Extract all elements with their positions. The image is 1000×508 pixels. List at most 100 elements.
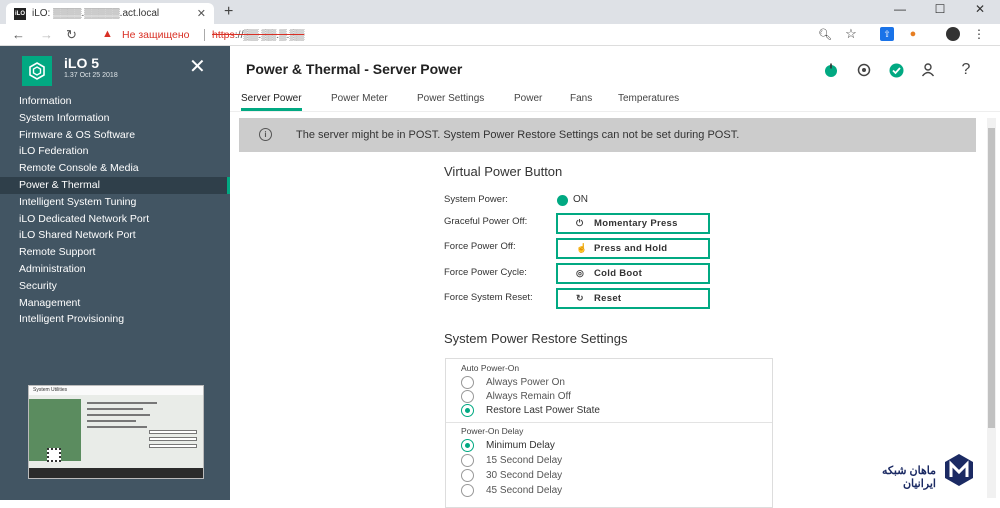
new-tab-button[interactable]: + (224, 3, 233, 21)
option-restore-last-state[interactable]: Restore Last Power State (461, 404, 600, 417)
tab-temperatures[interactable]: Temperatures (618, 93, 679, 109)
bookmark-star-icon[interactable]: ☆ (844, 26, 858, 41)
sidebar-item-power-thermal[interactable]: Power & Thermal (0, 176, 230, 194)
page-tabs: Server Power Power Meter Power Settings … (230, 88, 1000, 112)
tab-server-power[interactable]: Server Power (241, 93, 302, 111)
sidebar-item-remote-console[interactable]: Remote Console & Media (0, 160, 230, 177)
minimize-button[interactable]: — (880, 0, 920, 18)
power-status-icon[interactable] (823, 62, 839, 78)
reset-button[interactable]: ↻ Reset (556, 288, 710, 309)
sidebar-item-administration[interactable]: Administration (0, 261, 230, 278)
notice-text: The server might be in POST. System Powe… (296, 129, 740, 141)
momentary-press-button[interactable]: ⏻ Momentary Press (556, 213, 710, 234)
sidebar-item-federation[interactable]: iLO Federation (0, 143, 230, 160)
thumbnail-text-lines (87, 402, 157, 432)
radio-restore-last-state[interactable] (461, 404, 474, 417)
virtual-power-heading: Virtual Power Button (444, 164, 563, 179)
power-on-delay-label: Power-On Delay (461, 426, 524, 436)
radio-always-power-on[interactable] (461, 376, 474, 389)
option-label: 30 Second Delay (486, 470, 563, 481)
tab-power-settings[interactable]: Power Settings (417, 93, 484, 109)
uid-indicator-icon[interactable] (856, 62, 872, 78)
sidebar-item-dedicated-port[interactable]: iLO Dedicated Network Port (0, 211, 230, 228)
close-window-button[interactable]: ✕ (960, 0, 1000, 18)
user-icon[interactable] (920, 62, 936, 78)
extension-icon[interactable]: ⇧ (880, 27, 894, 41)
maximize-button[interactable]: ☐ (920, 0, 960, 18)
reset-icon: ↻ (576, 293, 584, 303)
ilo-logo-icon (22, 56, 52, 86)
profile-avatar[interactable] (946, 27, 960, 41)
reload-icon[interactable]: ↻ (66, 27, 77, 43)
radio-45-second-delay[interactable] (461, 484, 474, 497)
sidebar-item-firmware[interactable]: Firmware & OS Software (0, 127, 230, 144)
qr-code-icon (47, 448, 61, 462)
health-ok-icon[interactable] (888, 62, 904, 78)
sidebar-item-information[interactable]: Information (0, 93, 230, 110)
sidebar-item-provisioning[interactable]: Intelligent Provisioning (0, 311, 230, 328)
post-notice-banner: i The server might be in POST. System Po… (239, 118, 976, 152)
back-arrow-icon[interactable]: ← (12, 27, 25, 42)
browser-tab[interactable]: iLO iLO: ▒▒▒▒.▒▒▒▒▒.act.local ✕ (6, 3, 214, 24)
sidebar: iLO 5 1.37 Oct 25 2018 ✕ Information Sys… (0, 46, 230, 500)
browser-tab-strip: iLO iLO: ▒▒▒▒.▒▒▒▒▒.act.local ✕ + — ☐ ✕ (0, 0, 1000, 24)
radio-always-remain-off[interactable] (461, 390, 474, 403)
forward-arrow-icon[interactable]: → (40, 27, 53, 42)
url-host: ://▒▒.▒▒.▒.▒▒ (234, 29, 305, 41)
menu-dots-icon[interactable]: ⋮ (972, 27, 986, 41)
sidebar-item-management[interactable]: Management (0, 295, 230, 312)
address-separator (204, 29, 205, 41)
close-tab-icon[interactable]: ✕ (197, 7, 206, 20)
option-minimum-delay[interactable]: Minimum Delay (461, 439, 555, 452)
radio-minimum-delay[interactable] (461, 439, 474, 452)
cold-boot-button[interactable]: ◎ Cold Boot (556, 263, 710, 284)
brand-title: iLO 5 (64, 55, 100, 71)
security-label: Не защищено (122, 29, 190, 41)
radio-15-second-delay[interactable] (461, 454, 474, 467)
power-on-indicator-icon (557, 195, 568, 206)
system-power-value: ON (573, 194, 588, 205)
page-title: Power & Thermal - Server Power (246, 61, 463, 77)
scrollbar-thumb[interactable] (988, 128, 995, 428)
scrollbar[interactable] (987, 118, 996, 498)
address-bar[interactable]: ▲ Не защищено https://▒▒.▒▒.▒.▒▒ (92, 26, 868, 44)
tab-fans[interactable]: Fans (570, 93, 592, 109)
thumbnail-title: System Utilities (29, 386, 203, 395)
firmware-version: 1.37 Oct 25 2018 (64, 72, 118, 79)
sidebar-item-shared-port[interactable]: iLO Shared Network Port (0, 227, 230, 244)
url-scheme: https://▒▒.▒▒.▒.▒▒ (212, 29, 305, 41)
ilo-favicon-icon: iLO (14, 7, 26, 20)
nav-menu: Information System Information Firmware … (0, 93, 230, 328)
press-and-hold-label: Press and Hold (594, 243, 668, 254)
force-system-reset-label: Force System Reset: (444, 292, 533, 303)
tab-power[interactable]: Power (514, 93, 542, 109)
force-power-cycle-label: Force Power Cycle: (444, 267, 527, 278)
zoom-icon[interactable]: 🔍︎ (818, 27, 832, 41)
option-45-second-delay[interactable]: 45 Second Delay (461, 484, 562, 497)
sidebar-item-remote-support[interactable]: Remote Support (0, 244, 230, 261)
option-always-remain-off[interactable]: Always Remain Off (461, 390, 571, 403)
tab-title: iLO: ▒▒▒▒.▒▒▒▒▒.act.local (32, 8, 160, 19)
remote-console-thumbnail[interactable]: System Utilities (28, 385, 204, 479)
option-30-second-delay[interactable]: 30 Second Delay (461, 469, 562, 482)
radio-30-second-delay[interactable] (461, 469, 474, 482)
sidebar-item-system-tuning[interactable]: Intelligent System Tuning (0, 194, 230, 211)
pumpkin-extension-icon[interactable]: ● (906, 27, 920, 41)
option-always-power-on[interactable]: Always Power On (461, 376, 565, 389)
main-content: Power & Thermal - Server Power ? Server … (230, 46, 1000, 508)
thumbnail-footer (29, 468, 203, 478)
option-label: Restore Last Power State (486, 405, 600, 416)
sidebar-item-system-information[interactable]: System Information (0, 110, 230, 127)
press-and-hold-button[interactable]: ☝ Press and Hold (556, 238, 710, 259)
option-label: Minimum Delay (486, 440, 555, 451)
help-icon[interactable]: ? (958, 61, 974, 78)
tab-power-meter[interactable]: Power Meter (331, 93, 388, 109)
hand-press-icon: ☝ (576, 243, 588, 253)
address-bar-row: ← → ↻ ▲ Не защищено https://▒▒.▒▒.▒.▒▒ 🔍… (0, 24, 1000, 46)
watermark: ماهان شبکه ایرانیان (848, 453, 976, 490)
sidebar-item-security[interactable]: Security (0, 278, 230, 295)
close-sidebar-icon[interactable]: ✕ (189, 57, 206, 77)
thumbnail-fields (149, 430, 197, 451)
option-15-second-delay[interactable]: 15 Second Delay (461, 454, 562, 467)
cycle-icon: ◎ (576, 268, 585, 278)
